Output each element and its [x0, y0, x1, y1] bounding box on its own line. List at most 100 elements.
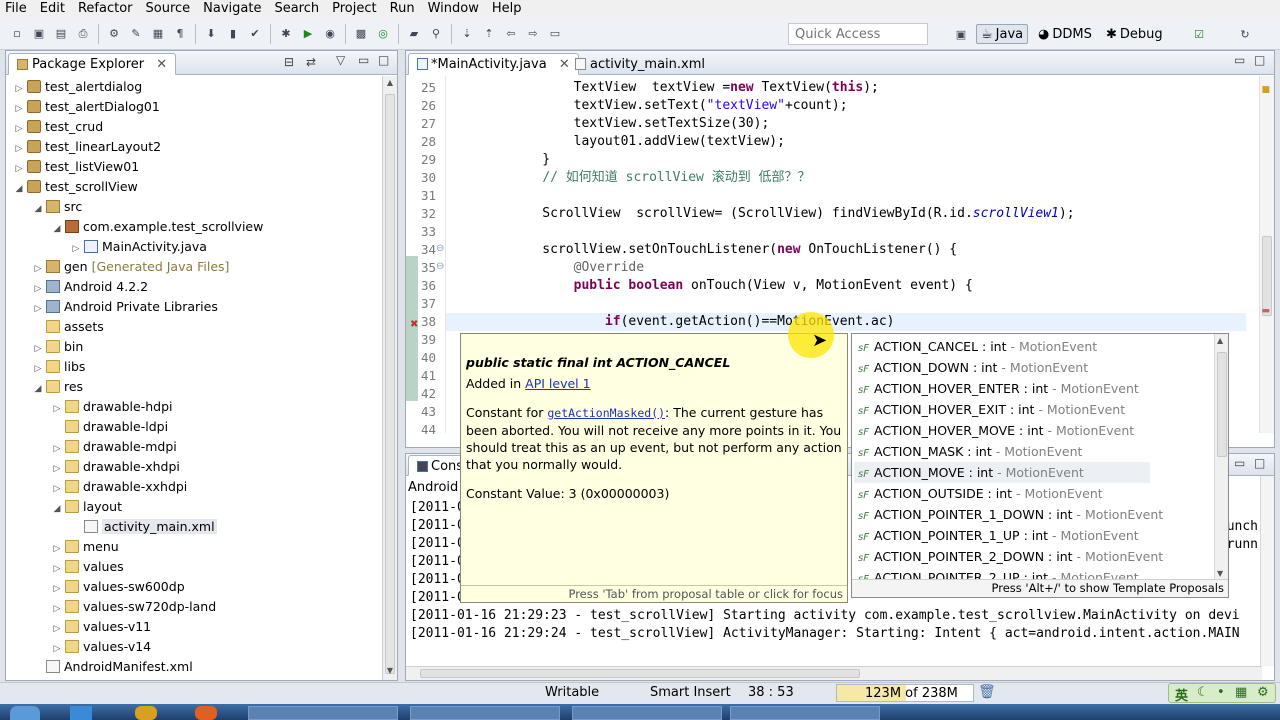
scroll-up-icon[interactable]: ▲	[1217, 336, 1223, 345]
expanded-arrow-icon[interactable]: ◢	[14, 179, 24, 199]
tree-item[interactable]: ▷ menu	[6, 537, 119, 557]
maximize-icon[interactable]: □	[1254, 53, 1265, 67]
tree-scrollbar[interactable]: ▲ ▼	[382, 76, 397, 680]
code-line[interactable]: // 如何知道 scrollView 滚动到 低部？？	[511, 169, 810, 187]
taskbar-window-2[interactable]	[410, 706, 560, 720]
tree-item[interactable]: ▷ test_listView01	[6, 157, 140, 177]
tree-item[interactable]: ▷ values-sw720dp-land	[6, 597, 217, 617]
menu-run[interactable]: Run	[385, 0, 423, 18]
expanded-arrow-icon[interactable]: ◢	[33, 379, 43, 399]
avd-manager-icon[interactable]: ▮	[224, 25, 242, 43]
editor-scrollbar[interactable]	[1260, 76, 1274, 433]
expanded-arrow-icon[interactable]: ◢	[33, 199, 43, 219]
menu-refactor[interactable]: Refactor	[73, 0, 141, 18]
proposal-list[interactable]: sF ACTION_CANCEL : int - MotionEvent sF ACT…	[852, 336, 1214, 580]
editor-scroll-thumb[interactable]	[1262, 236, 1272, 316]
menu-help[interactable]: Help	[487, 0, 530, 18]
toggle-icon[interactable]: ▦	[149, 25, 167, 43]
api-level-link[interactable]: API level 1	[525, 376, 590, 391]
menu-file[interactable]: File	[0, 0, 35, 18]
tree-item[interactable]: assets	[6, 317, 104, 337]
tree-item[interactable]: ◢ test_scrollView	[6, 177, 138, 197]
collapsed-arrow-icon[interactable]: ▷	[52, 619, 62, 639]
collapsed-arrow-icon[interactable]: ▷	[14, 119, 24, 139]
link-editor-icon[interactable]: ⇄	[306, 55, 316, 69]
menu-project[interactable]: Project	[327, 0, 384, 18]
proposal-scrollbar[interactable]: ▲ ▼	[1214, 334, 1228, 580]
tree-item[interactable]: ▷ values-v14	[6, 637, 152, 657]
tree-item[interactable]: ▷ gen [Generated Java Files]	[6, 257, 230, 277]
code-line[interactable]: textView.setTextSize(30);	[511, 115, 770, 133]
lint-icon[interactable]: ✔	[246, 25, 264, 43]
maximize-icon[interactable]: □	[1254, 456, 1265, 470]
minimize-icon[interactable]: ▭	[1234, 456, 1245, 470]
tree-item[interactable]: ▷ Android Private Libraries	[6, 297, 218, 317]
print-icon[interactable]: ⎙	[74, 25, 92, 43]
code-line[interactable]: }	[511, 151, 550, 169]
collapsed-arrow-icon[interactable]: ▷	[52, 459, 62, 479]
collapsed-arrow-icon[interactable]: ▷	[52, 559, 62, 579]
tree-scroll-thumb[interactable]	[385, 94, 395, 674]
javadoc-popup[interactable]: public static final int ACTION_CANCEL Ad…	[460, 333, 848, 603]
build-icon[interactable]: ⚙	[105, 25, 123, 43]
task-check-icon[interactable]: ☑	[1190, 25, 1208, 43]
close-icon[interactable]: ✕	[156, 57, 167, 72]
tree-item[interactable]: ▷ bin	[6, 337, 84, 357]
tree-item[interactable]: ▷ drawable-xxhdpi	[6, 477, 188, 497]
code-line[interactable]: @Override	[511, 259, 644, 277]
tree-item[interactable]: ▷ test_crud	[6, 117, 104, 139]
proposal-scroll-thumb[interactable]	[1217, 352, 1227, 457]
perspective-java[interactable]: ☕ Java	[976, 24, 1029, 44]
external-tools-icon[interactable]: ◉	[321, 25, 339, 43]
code-line[interactable]: TextView textView =new TextView(this);	[511, 79, 879, 97]
menu-navigate[interactable]: Navigate	[198, 0, 269, 18]
ime-toolbar[interactable]: 英 ☾ • ▦ ⚙	[1168, 683, 1276, 704]
expanded-arrow-icon[interactable]: ◢	[52, 219, 62, 239]
tree-item[interactable]: ▷ test_alertDialog01	[6, 97, 160, 117]
code-line[interactable]: ScrollView scrollView= (ScrollView) find…	[511, 205, 1074, 223]
tree-item[interactable]: AndroidManifest.xml	[6, 657, 193, 677]
taskbar-ie-icon[interactable]	[70, 706, 92, 720]
pin-icon[interactable]: ▭	[546, 25, 564, 43]
proposal-item[interactable]: sF ACTION_POINTER_2_DOWN : int - MotionEv…	[858, 546, 1163, 567]
tree-item[interactable]: ▷ drawable-mdpi	[6, 437, 177, 457]
scroll-down-icon[interactable]: ▼	[1217, 569, 1223, 578]
forward-icon[interactable]: ⇨	[524, 25, 542, 43]
tree-item[interactable]: ▷ drawable-xhdpi	[6, 457, 180, 477]
collapsed-arrow-icon[interactable]: ▷	[33, 279, 43, 299]
taskbar-firefox-icon[interactable]	[195, 706, 217, 720]
sdk-manager-icon[interactable]: ⬇	[202, 25, 220, 43]
proposal-item[interactable]: sF ACTION_OUTSIDE : int - MotionEvent	[858, 483, 1103, 504]
tree-item[interactable]: ▷ Android 4.2.2	[6, 277, 149, 299]
tab-package-explorer[interactable]: Package Explorer ✕	[8, 53, 177, 75]
proposal-item[interactable]: sF ACTION_DOWN : int - MotionEvent	[858, 357, 1088, 378]
scroll-up-icon[interactable]: ▲	[385, 78, 395, 88]
console-scroll-thumb[interactable]	[420, 669, 860, 678]
console-vscrollbar[interactable]	[1260, 476, 1274, 666]
proposal-item[interactable]: sF ACTION_HOVER_EXIT : int - MotionEvent	[858, 399, 1125, 420]
tree-item[interactable]: ▷ test_linearLayout2	[6, 137, 162, 157]
proposal-item[interactable]: sF ACTION_POINTER_1_DOWN : int - MotionEv…	[858, 504, 1163, 525]
maximize-icon[interactable]: □	[378, 53, 389, 67]
code-line[interactable]: textView.setText("textView"+count);	[511, 97, 848, 115]
highlight-icon[interactable]: ✎	[127, 25, 145, 43]
start-button[interactable]	[10, 706, 40, 720]
prev-annotation-icon[interactable]: ⇡	[480, 25, 498, 43]
perspective-ddms[interactable]: ◕ DDMS	[1034, 24, 1096, 44]
proposal-item[interactable]: sF ACTION_MASK : int - MotionEvent	[858, 441, 1082, 462]
debug-icon[interactable]: ✱	[277, 25, 295, 43]
collapsed-arrow-icon[interactable]: ▷	[71, 239, 81, 259]
quick-access-input[interactable]	[788, 23, 928, 45]
tree-item[interactable]: ▷ libs	[6, 357, 86, 377]
scroll-down-icon[interactable]: ▼	[385, 666, 395, 676]
open-perspective-icon[interactable]: ▣	[952, 25, 970, 43]
proposal-item[interactable]: sF ACTION_HOVER_ENTER : int - MotionEvent	[858, 378, 1139, 399]
get-action-masked-link[interactable]: getActionMasked()	[547, 406, 665, 420]
save-icon[interactable]: ▣	[30, 25, 48, 43]
collapse-all-icon[interactable]: ⊟	[284, 55, 294, 69]
taskbar-window-1[interactable]	[248, 706, 398, 720]
back-icon[interactable]: ⇦	[502, 25, 520, 43]
tree-item[interactable]: ▷ values	[6, 557, 124, 577]
tree-item[interactable]: drawable-ldpi	[6, 417, 168, 437]
tree-item[interactable]: ◢ src	[6, 197, 83, 219]
